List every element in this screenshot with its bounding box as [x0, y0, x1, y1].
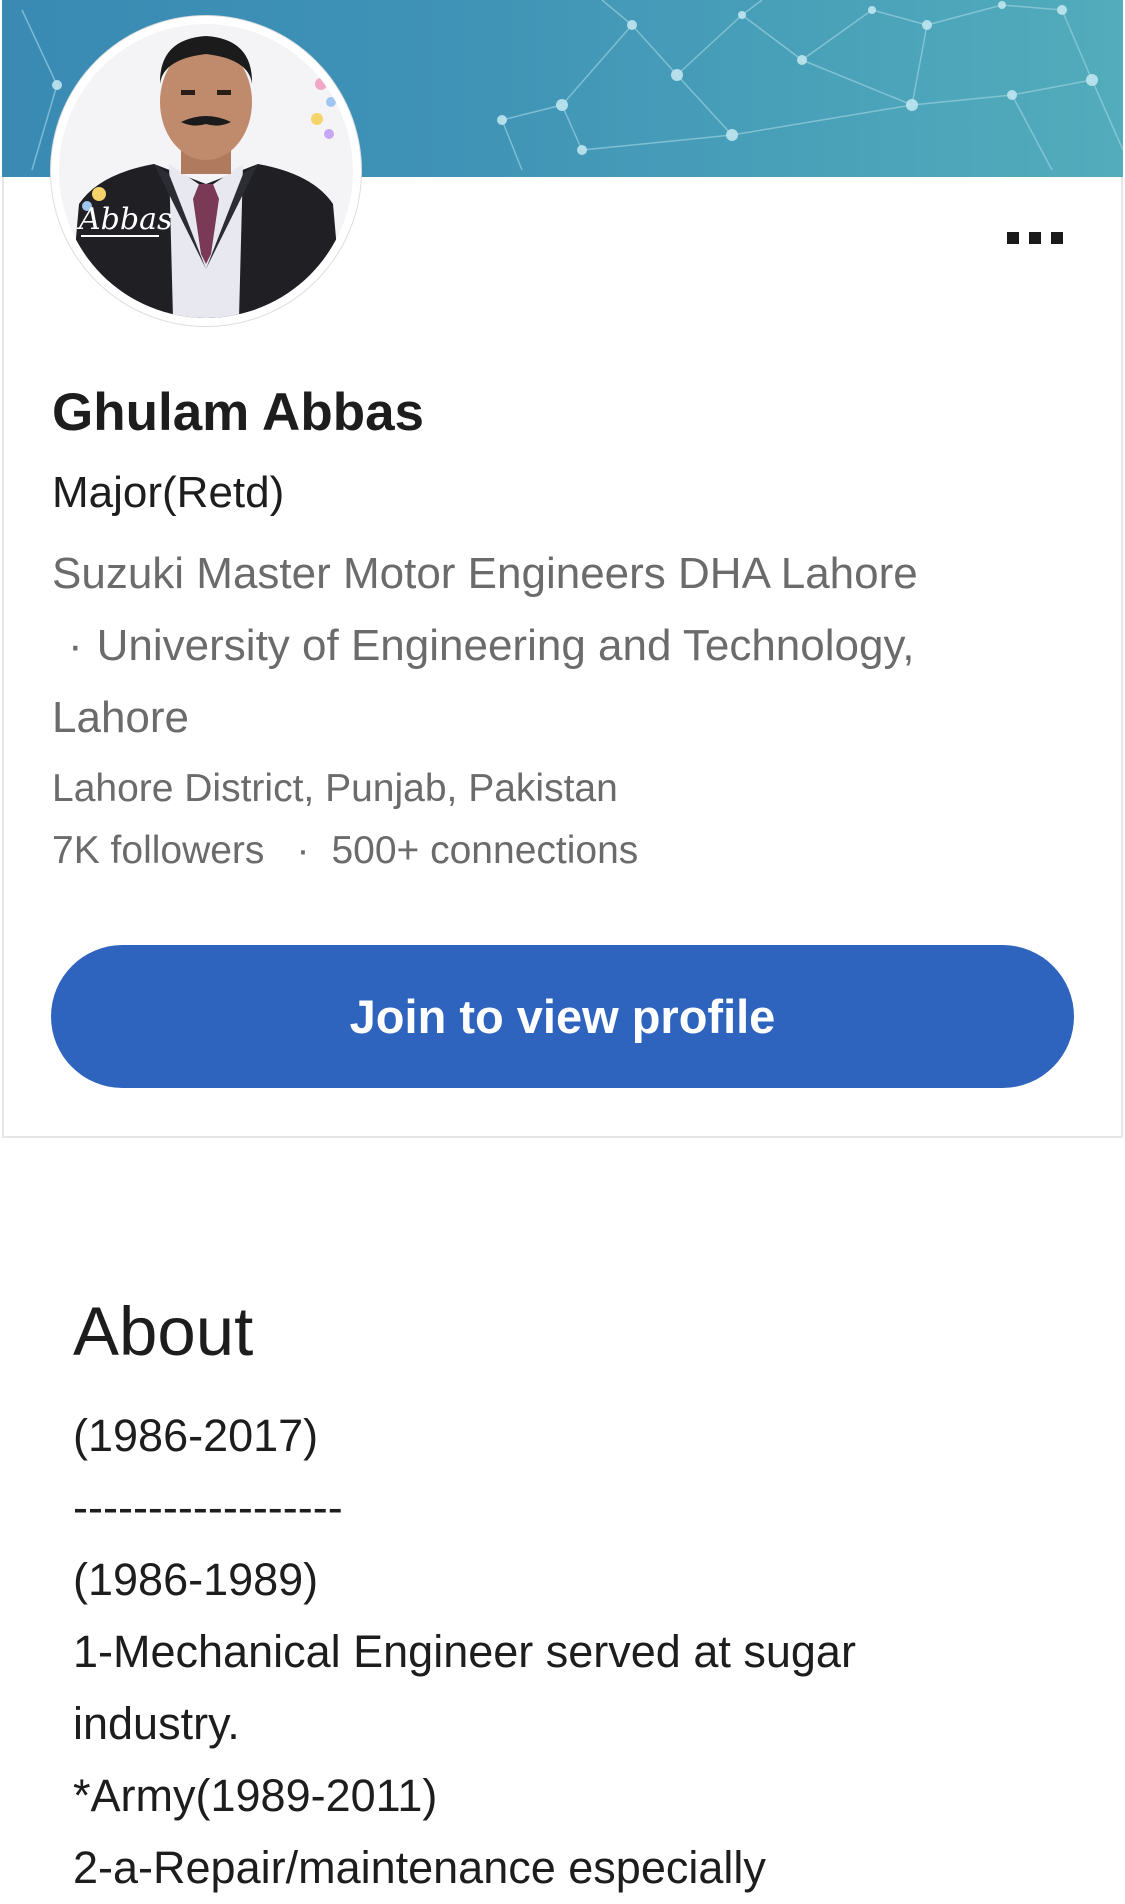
- profile-headline: Major(Retd): [52, 468, 285, 517]
- profile-photo: Abbas: [59, 24, 353, 318]
- avatar-caption: Abbas: [76, 202, 172, 237]
- education-name: University of Engineering and Technology…: [52, 621, 915, 742]
- about-line: 2-a-Repair/maintenance especially: [73, 1842, 766, 1893]
- profile-subline: Suzuki Master Motor Engineers DHA Lahore…: [52, 538, 952, 754]
- connections-count: 500+ connections: [331, 829, 639, 872]
- profile-avatar: Abbas: [51, 16, 361, 326]
- followers-count: 7K followers: [52, 829, 265, 872]
- profile-location: Lahore District, Punjab, Pakistan: [52, 767, 618, 810]
- stats-separator: ·: [296, 829, 310, 872]
- about-line: ------------------: [73, 1482, 343, 1533]
- about-line: *Army(1989-2011): [73, 1770, 438, 1821]
- about-line: (1986-2017): [73, 1410, 319, 1461]
- more-horizontal-icon: [1007, 232, 1019, 244]
- join-to-view-profile-button[interactable]: Join to view profile: [51, 945, 1074, 1088]
- about-line: 1-Mechanical Engineer served at sugar: [73, 1626, 856, 1677]
- profile-name: Ghulam Abbas: [52, 383, 425, 442]
- more-horizontal-icon: [1051, 232, 1063, 244]
- subline-separator: ·: [68, 621, 83, 670]
- about-line: (1986-1989): [73, 1554, 319, 1605]
- company-name: Suzuki Master Motor Engineers DHA Lahore: [52, 549, 918, 598]
- profile-stats: 7K followers · 500+ connections: [52, 829, 638, 873]
- more-options-button[interactable]: [995, 218, 1075, 258]
- about-heading: About: [73, 1293, 254, 1370]
- about-line: industry.: [73, 1698, 240, 1749]
- more-horizontal-icon: [1029, 232, 1041, 244]
- about-text: (1986-2017) ------------------ (1986-198…: [73, 1400, 1053, 1904]
